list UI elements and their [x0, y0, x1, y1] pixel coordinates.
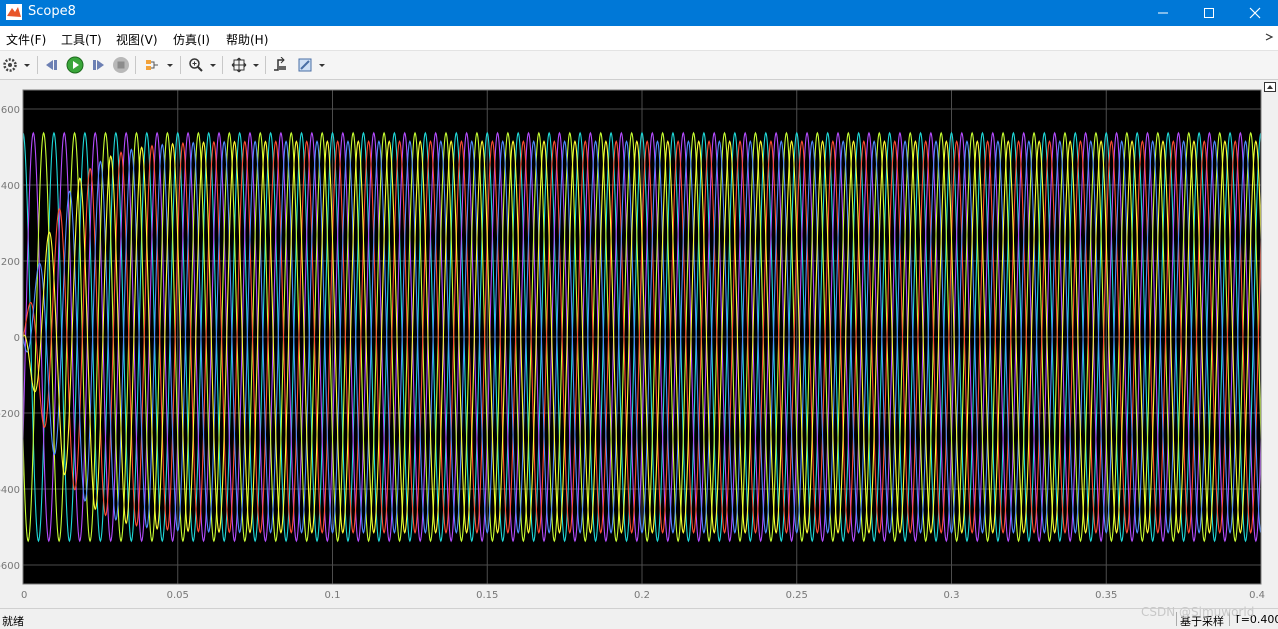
x-tick-label: 0.4 [1249, 590, 1265, 601]
x-tick-label: 0.2 [634, 590, 650, 601]
y-tick-labels: 600 400 200 0 -200 -400 -600 [0, 105, 20, 572]
measurements-icon [298, 58, 312, 72]
zoom-icon [189, 58, 203, 72]
window-title: Scope8 [28, 4, 76, 19]
step-forward-icon [93, 60, 104, 70]
autoscale-button[interactable] [229, 55, 249, 75]
x-tick-label: 0.05 [167, 590, 189, 601]
x-tick-label: 0 [21, 590, 27, 601]
y-tick-label: 0 [14, 333, 20, 344]
close-button[interactable] [1232, 0, 1278, 26]
y-tick-label: 200 [1, 257, 20, 268]
measurements-button[interactable] [295, 55, 315, 75]
scope-plot[interactable]: 600 400 200 0 -200 -400 -600 0 0.05 0.1 0.15 0.2 0.… [0, 80, 1278, 608]
x-tick-label: 0.3 [944, 590, 960, 601]
menu-overflow-icon[interactable] [1264, 32, 1274, 42]
minimize-button[interactable] [1140, 0, 1186, 26]
stop-button[interactable] [111, 55, 131, 75]
x-tick-label: 0.1 [325, 590, 341, 601]
menu-view[interactable]: 视图(V) [116, 31, 158, 48]
maximize-icon [1204, 8, 1214, 18]
x-tick-label: 0.15 [476, 590, 498, 601]
y-tick-label: -200 [0, 409, 20, 420]
menu-simulation[interactable]: 仿真(I) [173, 31, 210, 48]
triggers-icon [274, 57, 286, 71]
undock-icon[interactable] [1264, 82, 1276, 92]
x-tick-label: 0.35 [1095, 590, 1117, 601]
scope-plot-panel: 600 400 200 0 -200 -400 -600 0 0.05 0.1 0.15 0.2 0.… [0, 80, 1278, 608]
signal-highlight-icon [146, 60, 158, 70]
minimize-icon [1158, 12, 1168, 14]
stop-icon [113, 57, 129, 73]
run-button[interactable] [65, 55, 85, 75]
close-icon [1249, 7, 1261, 19]
signal-dropdown-icon[interactable] [166, 59, 174, 71]
menu-tools[interactable]: 工具(T) [61, 31, 102, 48]
settings-dropdown-icon[interactable] [23, 59, 31, 71]
status-bar: 就绪 基于采样 T=0.400 [0, 608, 1278, 629]
menu-bar: 文件(F) 工具(T) 视图(V) 仿真(I) 帮助(H) [0, 26, 1278, 51]
menu-file[interactable]: 文件(F) [6, 31, 46, 48]
status-ready: 就绪 [2, 615, 24, 628]
y-tick-label: 600 [1, 105, 20, 116]
y-tick-label: -400 [0, 485, 20, 496]
zoom-button[interactable] [186, 55, 206, 75]
matlab-icon [6, 4, 22, 20]
step-back-button[interactable] [42, 55, 62, 75]
menu-help[interactable]: 帮助(H) [226, 31, 268, 48]
autoscale-dropdown-icon[interactable] [252, 59, 260, 71]
x-tick-labels: 0 0.05 0.1 0.15 0.2 0.25 0.3 0.35 0.4 [21, 590, 1265, 601]
run-icon [66, 56, 84, 74]
toolbar-separator [265, 56, 266, 74]
autoscale-icon [231, 57, 247, 73]
zoom-dropdown-icon[interactable] [209, 59, 217, 71]
step-forward-button[interactable] [88, 55, 108, 75]
settings-icon [3, 58, 17, 72]
step-back-icon [46, 60, 57, 70]
maximize-button[interactable] [1186, 0, 1232, 26]
toolbar [0, 51, 1278, 80]
signal-highlight-button[interactable] [142, 55, 162, 75]
y-tick-label: -600 [0, 561, 20, 572]
title-bar: Scope8 [0, 0, 1278, 26]
toolbar-separator [222, 56, 223, 74]
toolbar-separator [180, 56, 181, 74]
triggers-button[interactable] [270, 55, 290, 75]
watermark: CSDN @Simuworld [1141, 605, 1255, 619]
settings-button[interactable] [0, 55, 20, 75]
y-tick-label: 400 [1, 181, 20, 192]
toolbar-separator [135, 56, 136, 74]
toolbar-separator [37, 56, 38, 74]
x-tick-label: 0.25 [786, 590, 808, 601]
measurements-dropdown-icon[interactable] [318, 59, 326, 71]
